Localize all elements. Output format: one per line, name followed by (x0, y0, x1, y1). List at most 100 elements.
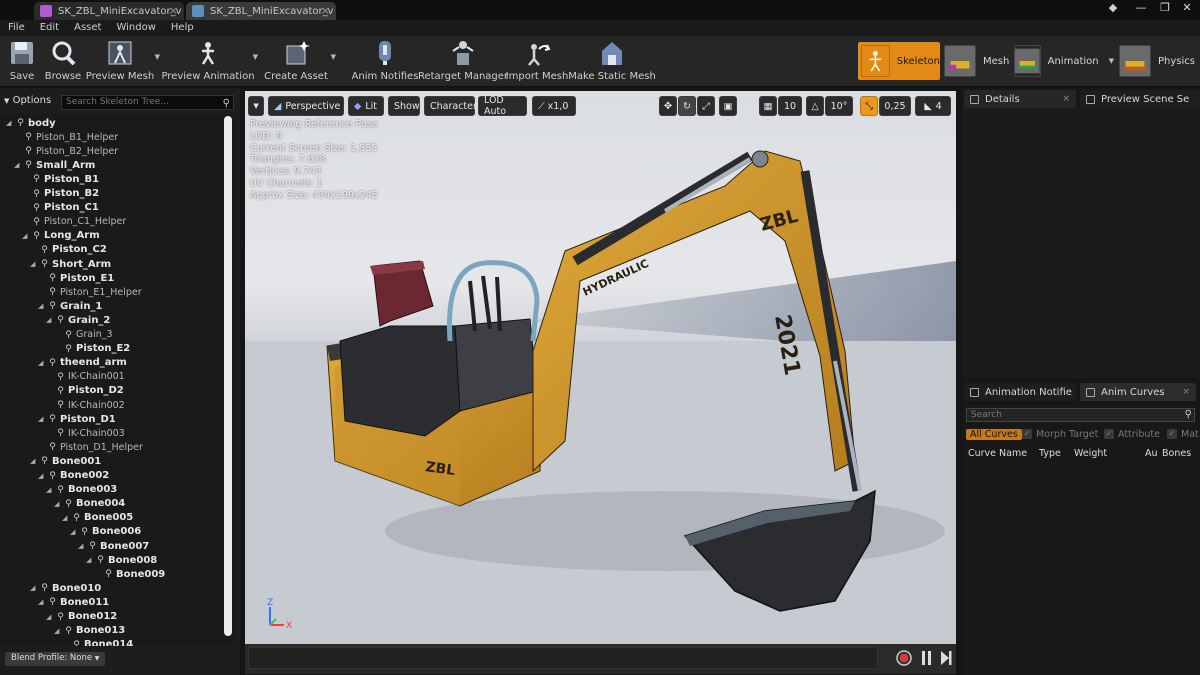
expand-arrow-icon[interactable]: ◢ (54, 627, 62, 635)
expand-arrow-icon[interactable]: ◢ (46, 613, 54, 621)
column-bones[interactable]: Bones (1162, 448, 1191, 459)
preview-mesh-button[interactable]: Preview Mesh ▼ (86, 39, 160, 85)
tree-node[interactable]: ⚲ Piston_C2 (30, 243, 107, 257)
scale-snap-value[interactable]: 0,25 (879, 96, 911, 116)
tab-animation-notifies[interactable]: Animation Notifie (964, 383, 1076, 401)
rotation-snap-value[interactable]: 10° (825, 96, 853, 116)
column-curve-name[interactable]: Curve Name (968, 448, 1027, 459)
options-button[interactable]: ▼ Options (4, 95, 51, 106)
close-window-button[interactable]: ✕ (1178, 1, 1196, 15)
tree-node[interactable]: ◢ ⚲ Grain_1 (38, 299, 102, 313)
make-static-mesh-button[interactable]: Make Static Mesh (568, 39, 656, 85)
tree-node[interactable]: ◢ ⚲ Piston_D1 (38, 412, 116, 426)
menu-edit[interactable]: Edit (32, 20, 66, 36)
document-tab-1[interactable]: SK_ZBL_MiniExcavator_v × (34, 2, 184, 20)
tree-node[interactable]: ◢ ⚲ Bone013 (54, 624, 125, 638)
preview-animation-button[interactable]: Preview Animation ▼ (161, 39, 258, 85)
tree-node[interactable]: ◢ ⚲ Long_Arm (22, 229, 100, 243)
tree-node[interactable]: ⚲ Piston_E1_Helper (38, 285, 141, 299)
material-filter[interactable]: ✓ Mat (1167, 426, 1199, 442)
expand-arrow-icon[interactable]: ◢ (78, 542, 86, 550)
tree-node[interactable]: ◢ ⚲ Grain_2 (46, 313, 110, 327)
tree-node[interactable]: ◢ ⚲ Small_Arm (14, 158, 95, 172)
retarget-manager-button[interactable]: Retarget Manager (418, 39, 508, 85)
translate-tool-button[interactable]: ✥ (659, 96, 677, 116)
close-icon[interactable]: × (169, 4, 178, 17)
lod-button[interactable]: LOD Auto (478, 95, 527, 117)
tree-node[interactable]: ◢ ⚲ Bone005 (62, 511, 133, 525)
tab-preview-scene[interactable]: Preview Scene Se (1080, 90, 1200, 108)
character-button[interactable]: Character (424, 96, 477, 116)
column-au[interactable]: Au (1145, 448, 1158, 459)
tree-node[interactable]: ◢ ⚲ Short_Arm (30, 257, 111, 271)
morph-target-filter[interactable]: ✓ Morph Target (1022, 426, 1098, 442)
tree-node[interactable]: ◢ ⚲ Bone003 (46, 483, 117, 497)
viewport-options-button[interactable]: ▼ (248, 96, 264, 116)
scale-tool-button[interactable]: ⤢ (697, 96, 715, 116)
menu-asset[interactable]: Asset (66, 20, 108, 36)
close-icon[interactable]: × (321, 4, 330, 17)
blend-profile-dropdown[interactable]: Blend Profile: None ▼ (5, 652, 106, 666)
tree-node[interactable]: ◢ ⚲ Bone002 (38, 469, 109, 483)
camera-speed-button[interactable]: ◣ 4 (915, 96, 951, 116)
create-asset-button[interactable]: Create Asset ▼ (264, 39, 336, 85)
preview-viewport[interactable]: ZBL HYDRAULIC ZBL 2021 ▼ ◢ Perspective ◆ L… (245, 91, 956, 644)
tree-node[interactable]: ◢ ⚲ Bone007 (78, 539, 149, 553)
chevron-down-icon[interactable]: ▼ (331, 53, 336, 61)
close-icon[interactable]: × (1062, 94, 1070, 104)
attribute-filter[interactable]: ✓ Attribute (1104, 426, 1160, 442)
expand-arrow-icon[interactable]: ◢ (70, 528, 78, 536)
expand-arrow-icon[interactable]: ◢ (30, 260, 38, 268)
expand-arrow-icon[interactable]: ◢ (30, 457, 38, 465)
expand-arrow-icon[interactable]: ◢ (86, 556, 94, 564)
anim-notifies-button[interactable]: Anim Notifies (352, 39, 418, 85)
expand-arrow-icon[interactable]: ◢ (14, 161, 22, 169)
tree-node[interactable]: ⚲ Piston_B1 (22, 172, 99, 186)
lit-button[interactable]: ◆ Lit (348, 96, 384, 116)
grid-snap-toggle[interactable]: ▦ (759, 96, 777, 116)
expand-arrow-icon[interactable]: ◢ (38, 302, 46, 310)
expand-arrow-icon[interactable]: ◢ (38, 359, 46, 367)
tree-node[interactable]: ◢ ⚲ body (6, 116, 56, 130)
rotation-snap-toggle[interactable]: △ (806, 96, 824, 116)
tree-node[interactable]: ⚲ Bone014 (62, 638, 133, 646)
expand-arrow-icon[interactable]: ◢ (62, 514, 70, 522)
tab-details[interactable]: Details × (964, 90, 1076, 108)
tree-node[interactable]: ⚲ Piston_E1 (38, 271, 114, 285)
curves-search-input[interactable]: Search ⚲ (966, 408, 1195, 422)
grid-snap-value[interactable]: 10 (778, 96, 802, 116)
all-curves-filter[interactable]: All Curves (966, 426, 1022, 442)
menu-help[interactable]: Help (163, 20, 201, 36)
tree-node[interactable]: ⚲ Bone009 (94, 567, 165, 581)
mode-animation-button[interactable]: Animation ▼ (1014, 42, 1114, 80)
menu-window[interactable]: Window (108, 20, 162, 36)
mode-skeleton-button[interactable]: Skeleton (858, 42, 940, 80)
tree-node[interactable]: ⚲ Piston_C1 (22, 201, 99, 215)
expand-arrow-icon[interactable]: ◢ (46, 316, 54, 324)
expand-arrow-icon[interactable]: ◢ (54, 500, 62, 508)
timeline-scrubber[interactable] (248, 647, 878, 669)
playback-speed-button[interactable]: ⟋ x1,0 (532, 96, 576, 116)
close-icon[interactable]: × (1182, 387, 1190, 397)
tab-anim-curves[interactable]: Anim Curves × (1080, 383, 1196, 401)
minimize-button[interactable]: — (1132, 1, 1150, 15)
maximize-button[interactable]: ❐ (1156, 1, 1174, 15)
save-button[interactable]: Save (8, 39, 36, 85)
chevron-down-icon[interactable]: ▼ (253, 53, 258, 61)
coordinate-space-button[interactable]: ▣ (719, 96, 737, 116)
expand-arrow-icon[interactable]: ◢ (6, 119, 14, 127)
tree-node[interactable]: ◢ ⚲ Bone004 (54, 497, 125, 511)
tree-node[interactable]: ◢ ⚲ Bone011 (38, 595, 109, 609)
document-tab-2[interactable]: SK_ZBL_MiniExcavator_v × (186, 2, 336, 20)
mode-mesh-button[interactable]: Mesh (944, 42, 1010, 80)
perspective-button[interactable]: ◢ Perspective (268, 96, 344, 116)
tree-node[interactable]: ⚲ Grain_3 (54, 328, 112, 342)
tree-node[interactable]: ⚲ Piston_B2 (22, 187, 99, 201)
tree-node[interactable]: ◢ ⚲ Bone012 (46, 610, 117, 624)
tree-scrollbar[interactable] (224, 116, 232, 636)
mode-physics-button[interactable]: Physics (1119, 42, 1200, 80)
record-icon[interactable] (896, 650, 912, 666)
import-mesh-button[interactable]: Import Mesh (506, 39, 568, 85)
skeleton-search-input[interactable]: Search Skeleton Tree... ⚲ (61, 95, 234, 110)
tree-node[interactable]: ⚲ Piston_D1_Helper (38, 440, 143, 454)
